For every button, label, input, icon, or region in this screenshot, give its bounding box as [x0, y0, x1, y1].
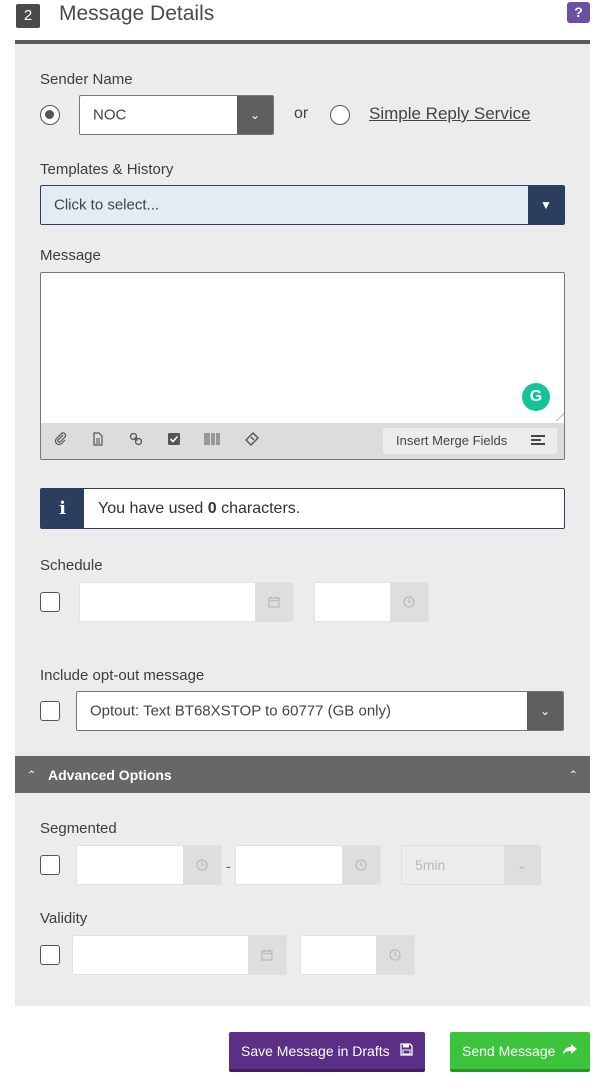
- chevron-down-icon: ⌄: [527, 692, 563, 730]
- grammarly-icon[interactable]: G: [522, 383, 550, 411]
- clock-icon[interactable]: [342, 846, 380, 884]
- optout-label: Include opt-out message: [40, 667, 205, 684]
- validity-time-input[interactable]: [300, 935, 415, 975]
- insert-merge-fields-label: Insert Merge Fields: [396, 433, 508, 448]
- section-header: 2 Message Details ?: [15, 0, 590, 44]
- schedule-time-input[interactable]: [314, 582, 429, 622]
- simple-reply-radio[interactable]: [330, 105, 350, 125]
- optout-value: Optout: Text BT68XSTOP to 60777 (GB only…: [90, 702, 391, 720]
- chevron-down-icon: ⌄: [504, 846, 540, 884]
- share-arrow-icon: [562, 1043, 578, 1059]
- templates-placeholder: Click to select...: [54, 196, 160, 214]
- or-text: or: [294, 105, 309, 122]
- templates-select[interactable]: Click to select... ▼: [40, 185, 565, 225]
- insert-merge-fields-button[interactable]: Insert Merge Fields: [383, 428, 557, 454]
- schedule-label: Schedule: [40, 557, 103, 574]
- help-icon[interactable]: ?: [567, 2, 590, 23]
- chevron-down-icon: ⌄: [237, 96, 273, 134]
- caret-down-icon: ▼: [528, 186, 564, 224]
- clock-icon[interactable]: [183, 846, 221, 884]
- message-textarea[interactable]: G Insert Merge Fields: [40, 272, 565, 460]
- paperclip-icon[interactable]: [53, 432, 69, 448]
- page-title: Message Details: [59, 2, 215, 25]
- send-message-button[interactable]: Send Message: [450, 1032, 590, 1072]
- segment-interval-value: 5min: [415, 857, 446, 873]
- advanced-options-toggle[interactable]: ⌃ Advanced Options ⌃: [15, 756, 590, 793]
- save-drafts-label: Save Message in Drafts: [241, 1042, 390, 1059]
- ticket-icon[interactable]: [244, 432, 260, 448]
- checkbox-icon[interactable]: [166, 432, 182, 448]
- validity-label: Validity: [40, 910, 88, 927]
- message-label: Message: [40, 247, 101, 264]
- character-count-text: You have used 0 characters.: [98, 499, 301, 517]
- chevron-up-icon: ⌃: [27, 769, 37, 781]
- resize-handle-icon[interactable]: [547, 411, 564, 421]
- save-drafts-button[interactable]: Save Message in Drafts: [229, 1032, 425, 1072]
- sender-name-label: Sender Name: [40, 71, 133, 88]
- calendar-icon[interactable]: [255, 583, 293, 621]
- advanced-options-title: Advanced Options: [48, 766, 172, 783]
- segment-separator: -: [226, 858, 231, 874]
- barcode-icon[interactable]: [204, 432, 220, 448]
- validity-date-input[interactable]: [72, 935, 287, 975]
- character-count-value: 0: [207, 499, 217, 517]
- optout-select[interactable]: Optout: Text BT68XSTOP to 60777 (GB only…: [76, 691, 564, 731]
- document-icon[interactable]: [90, 432, 106, 448]
- clock-icon[interactable]: [376, 936, 414, 974]
- sender-name-value: NOC: [93, 106, 127, 124]
- link-icon[interactable]: [128, 432, 144, 448]
- calendar-icon[interactable]: [248, 936, 286, 974]
- segmented-checkbox[interactable]: [40, 855, 60, 875]
- align-left-icon: [531, 435, 545, 447]
- chevron-up-icon: ⌃: [568, 769, 578, 781]
- segmented-start-time-input[interactable]: [76, 845, 222, 885]
- sender-name-radio[interactable]: [40, 105, 60, 125]
- optout-checkbox[interactable]: [40, 701, 60, 721]
- sender-name-select[interactable]: NOC ⌄: [79, 95, 274, 135]
- segment-interval-select[interactable]: 5min ⌄: [401, 845, 541, 885]
- message-toolbar: Insert Merge Fields: [41, 423, 564, 459]
- simple-reply-link[interactable]: Simple Reply Service: [369, 104, 531, 124]
- templates-label: Templates & History: [40, 161, 174, 178]
- floppy-disk-icon: [400, 1042, 413, 1059]
- send-message-label: Send Message: [462, 1042, 556, 1059]
- schedule-checkbox[interactable]: [40, 592, 60, 612]
- schedule-date-input[interactable]: [79, 582, 294, 622]
- info-icon: i: [41, 489, 84, 528]
- segmented-label: Segmented: [40, 820, 117, 837]
- step-badge: 2: [16, 4, 40, 28]
- segmented-end-time-input[interactable]: [235, 845, 381, 885]
- character-count-info: i You have used 0 characters.: [40, 488, 565, 529]
- clock-icon[interactable]: [390, 583, 428, 621]
- validity-checkbox[interactable]: [40, 945, 60, 965]
